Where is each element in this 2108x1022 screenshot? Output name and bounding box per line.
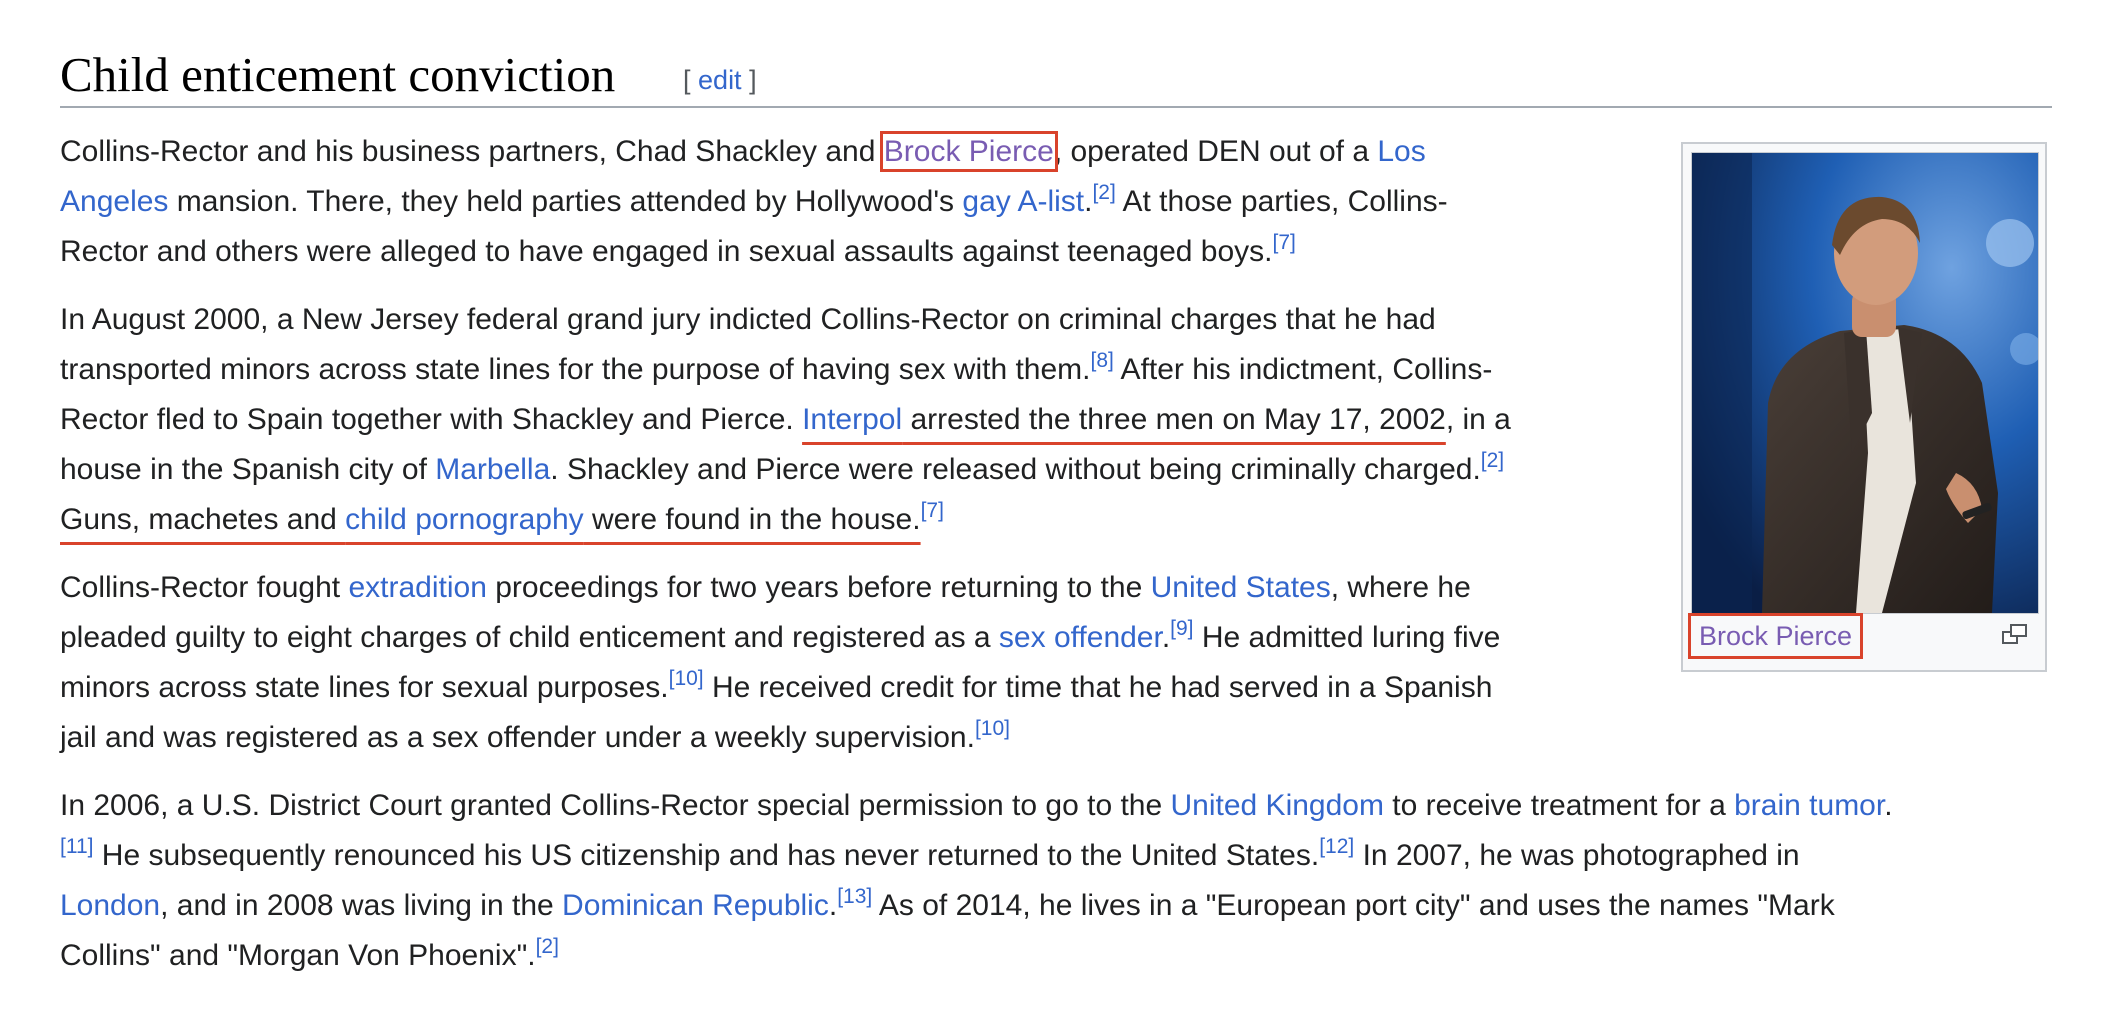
article-page: Child enticement conviction [ edit ] Col… xyxy=(0,0,2108,1022)
citation-7[interactable]: [7] xyxy=(921,499,944,522)
text-run: He received credit for time that he had … xyxy=(703,671,1493,704)
paragraph-4: In 2006, a U.S. District Court granted C… xyxy=(60,781,1893,981)
text-line: In August 2000, a New Jersey federal gra… xyxy=(60,295,1511,345)
text-run: , in a xyxy=(1445,403,1511,436)
text-run: Guns, machetes and xyxy=(60,503,346,536)
link-angeles[interactable]: Angeles xyxy=(60,185,168,218)
text-run: , and in 2008 was living in the xyxy=(160,889,563,922)
text-run: mansion. There, they held parties attend… xyxy=(168,185,963,218)
text-run: In August 2000, a New Jersey federal gra… xyxy=(60,303,1436,336)
text-line: Collins" and "Morgan Von Phoenix".[2] xyxy=(60,931,1893,981)
link-gay-a-list[interactable]: gay A-list xyxy=(962,185,1084,218)
text-run: . xyxy=(1161,621,1171,654)
text-run: , where he xyxy=(1330,571,1471,604)
text-run: . xyxy=(828,889,838,922)
text-run: Rector fled to Spain together with Shack… xyxy=(60,403,803,436)
paragraph-2: In August 2000, a New Jersey federal gra… xyxy=(60,295,1511,545)
text-line: Collins-Rector fought extradition procee… xyxy=(60,563,1500,613)
text-line: pleaded guilty to eight charges of child… xyxy=(60,613,1500,663)
edit-open-bracket: [ xyxy=(683,65,691,95)
text-run: . xyxy=(1884,789,1893,822)
photo-illustration xyxy=(1692,153,2038,613)
text-line: Collins-Rector and his business partners… xyxy=(60,127,1448,177)
link-los[interactable]: Los xyxy=(1377,135,1425,168)
text-line: Angeles mansion. There, they held partie… xyxy=(60,177,1448,227)
text-run: were found in the house. xyxy=(583,503,921,536)
text-run: At those parties, Collins- xyxy=(1115,185,1448,218)
text-run: Collins" and "Morgan Von Phoenix". xyxy=(60,939,536,972)
edit-close-bracket: ] xyxy=(749,65,757,95)
text-run: to receive treatment for a xyxy=(1383,789,1735,822)
citation-8[interactable]: [8] xyxy=(1091,349,1114,372)
thumbnail-figure: Brock Pierce xyxy=(1681,142,2047,672)
text-run: house in the Spanish city of xyxy=(60,453,436,486)
text-run: jail and was registered as a sex offende… xyxy=(60,721,975,754)
text-line: jail and was registered as a sex offende… xyxy=(60,713,1500,763)
citation-9[interactable]: [9] xyxy=(1170,617,1193,640)
citation-7[interactable]: [7] xyxy=(1272,231,1295,254)
link-extradition[interactable]: extradition xyxy=(348,571,486,604)
citation-12[interactable]: [12] xyxy=(1319,835,1354,858)
link-london[interactable]: London xyxy=(60,889,160,922)
text-line: transported minors across state lines fo… xyxy=(60,345,1511,395)
text-run: Collins-Rector fought xyxy=(60,571,349,604)
text-line: Guns, machetes and child pornography wer… xyxy=(60,495,1511,545)
citation-2[interactable]: [2] xyxy=(536,935,559,958)
text-run: arrested the three men on May 17, 2002 xyxy=(902,403,1446,436)
link-united-kingdom[interactable]: United Kingdom xyxy=(1171,789,1384,822)
magnify-clip-icon[interactable] xyxy=(2001,622,2029,646)
link-brock-pierce[interactable]: Brock Pierce xyxy=(879,131,1058,172)
edit-link[interactable]: edit xyxy=(698,65,742,95)
link-brain-tumor[interactable]: brain tumor xyxy=(1734,789,1884,822)
text-run: In 2007, he was photographed in xyxy=(1354,839,1800,872)
link-interpol[interactable]: Interpol xyxy=(802,403,902,436)
section-title: Child enticement conviction xyxy=(60,47,616,102)
text-line: Rector fled to Spain together with Shack… xyxy=(60,395,1511,445)
text-run: . Shackley and Pierce were released with… xyxy=(550,453,1481,486)
text-run: , operated DEN out of a xyxy=(1053,135,1378,168)
text-run: He subsequently renounced his US citizen… xyxy=(93,839,1320,872)
citation-13[interactable]: [13] xyxy=(837,885,872,908)
link-dominican-republic[interactable]: Dominican Republic xyxy=(562,889,829,922)
text-run: minors across state lines for sexual pur… xyxy=(60,671,669,704)
link-child-pornography[interactable]: child pornography xyxy=(345,503,584,536)
text-run: pleaded guilty to eight charges of child… xyxy=(60,621,999,654)
text-line: In 2006, a U.S. District Court granted C… xyxy=(60,781,1893,831)
text-run: Collins-Rector and his business partners… xyxy=(60,135,884,168)
citation-10[interactable]: [10] xyxy=(669,667,704,690)
text-run: He admitted luring five xyxy=(1193,621,1501,654)
section-heading-row: Child enticement conviction [ edit ] xyxy=(60,40,2052,108)
text-run: As of 2014, he lives in a "European port… xyxy=(872,889,1835,922)
person-photo[interactable] xyxy=(1691,152,2039,614)
edit-section: [ edit ] xyxy=(683,64,757,96)
paragraph-3: Collins-Rector fought extradition procee… xyxy=(60,563,1500,763)
text-run: In 2006, a U.S. District Court granted C… xyxy=(60,789,1171,822)
text-line: house in the Spanish city of Marbella. S… xyxy=(60,445,1511,495)
citation-2[interactable]: [2] xyxy=(1092,181,1115,204)
link-marbella[interactable]: Marbella xyxy=(435,453,550,486)
text-line: London, and in 2008 was living in the Do… xyxy=(60,881,1893,931)
paragraph-1: Collins-Rector and his business partners… xyxy=(60,127,1448,277)
link-united-states[interactable]: United States xyxy=(1151,571,1331,604)
text-line: minors across state lines for sexual pur… xyxy=(60,663,1500,713)
figure-caption[interactable]: Brock Pierce xyxy=(1687,613,1864,659)
text-run: transported minors across state lines fo… xyxy=(60,353,1091,386)
citation-11[interactable]: [11] xyxy=(60,835,93,858)
text-run: proceedings for two years before returni… xyxy=(486,571,1151,604)
link-sex-offender[interactable]: sex offender xyxy=(999,621,1162,654)
text-line: Rector and others were alleged to have e… xyxy=(60,227,1448,277)
text-run: Rector and others were alleged to have e… xyxy=(60,235,1273,268)
text-run: After his indictment, Collins- xyxy=(1113,353,1493,386)
citation-2[interactable]: [2] xyxy=(1481,449,1504,472)
citation-10[interactable]: [10] xyxy=(975,717,1010,740)
text-line: [11] He subsequently renounced his US ci… xyxy=(60,831,1893,881)
